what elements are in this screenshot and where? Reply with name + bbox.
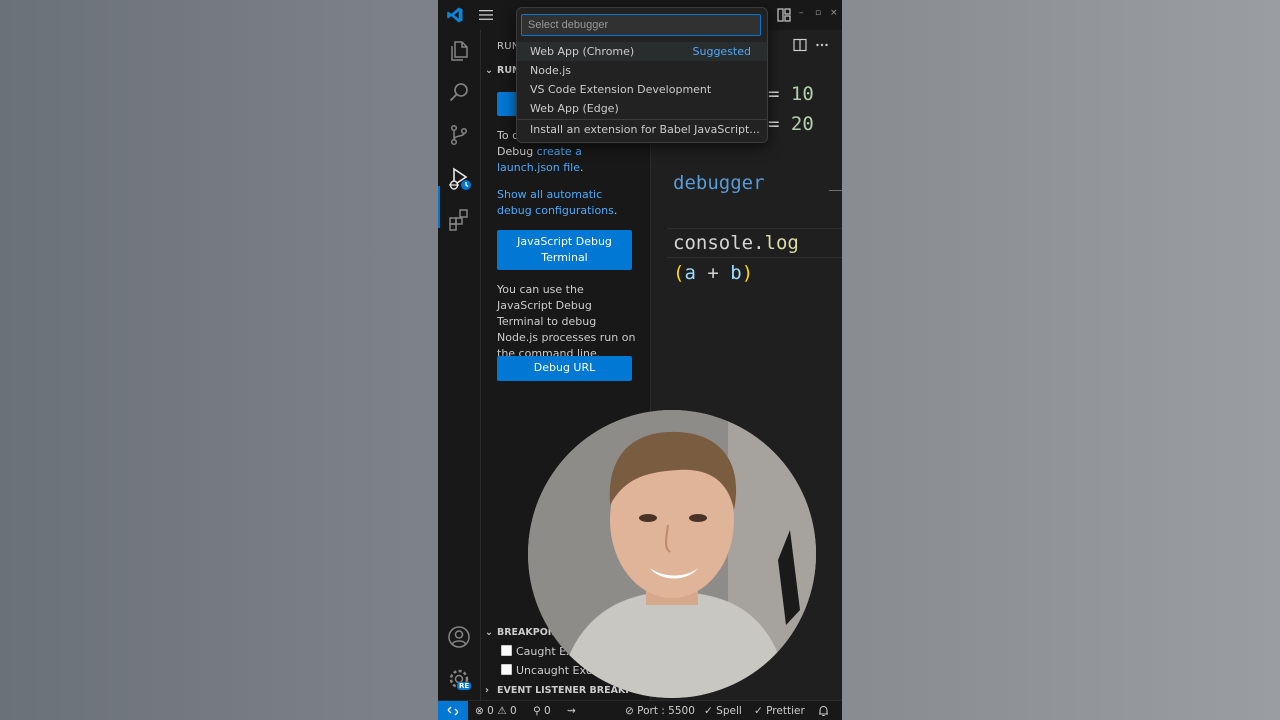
quick-pick-item[interactable]: Web App (Edge) xyxy=(517,99,767,118)
code-line-2: = 20 xyxy=(768,113,814,135)
code-console-args: (a + b) xyxy=(673,262,754,284)
chevron-right-icon: › xyxy=(485,685,489,696)
spell-indicator[interactable]: ✓ Spell xyxy=(704,705,742,717)
overview-ruler-mark xyxy=(829,190,842,191)
port-icon: ⊘ xyxy=(625,705,634,717)
quick-pick-item[interactable]: Node.js xyxy=(517,61,767,80)
vscode-logo-icon xyxy=(447,7,463,23)
prettier-indicator[interactable]: ✓ Prettier xyxy=(754,705,805,717)
show-all-configs-link[interactable]: Show all automatic debug configurations xyxy=(497,188,614,217)
debug-url-button[interactable]: Debug URL xyxy=(497,356,632,381)
warning-icon: ⚠ xyxy=(497,705,507,717)
caught-exceptions-checkbox[interactable] xyxy=(501,645,512,656)
more-icon[interactable] xyxy=(815,38,829,52)
js-debug-terminal-button[interactable]: JavaScript Debug Terminal xyxy=(497,230,632,270)
quick-pick-item[interactable]: Install an extension for Babel JavaScrip… xyxy=(517,120,767,139)
ports-indicator[interactable]: ⚲ 0 xyxy=(533,705,551,717)
select-debugger-quick-pick: Web App (Chrome) Suggested Node.js VS Co… xyxy=(516,7,768,143)
ports-icon: ⚲ xyxy=(533,705,541,717)
chevron-down-icon: ⌄ xyxy=(485,627,493,638)
terminal-description: You can use the JavaScript Debug Termina… xyxy=(497,283,636,360)
quick-pick-item[interactable]: Web App (Chrome) Suggested xyxy=(517,42,767,61)
run-debug-icon[interactable] xyxy=(446,165,474,193)
debugger-search-input[interactable] xyxy=(521,14,761,36)
error-icon: ⊗ xyxy=(475,705,484,717)
webcam-overlay xyxy=(528,410,816,698)
menu-icon[interactable] xyxy=(478,7,494,23)
code-line-1: = 10 xyxy=(768,83,814,105)
status-bar: ⊗ 0 ⚠ 0 ⚲ 0 ⇝ ⊘ Port : 5500 ✓ Spell ✓ Pr… xyxy=(438,700,842,720)
activity-bar: RE xyxy=(438,30,481,700)
code-console-log: console.log xyxy=(673,232,799,254)
broadcast-icon[interactable]: ⇝ xyxy=(567,705,576,717)
quick-pick-item[interactable]: VS Code Extension Development xyxy=(517,80,767,99)
account-icon[interactable] xyxy=(447,625,471,649)
minimize-button[interactable]: – xyxy=(799,8,804,18)
show-all-configs-text: Show all automatic debug configurations. xyxy=(497,188,618,217)
restore-button[interactable]: ▫ xyxy=(815,8,821,18)
close-button[interactable]: × xyxy=(830,8,838,18)
split-editor-icon[interactable] xyxy=(793,38,807,52)
check-icon: ✓ xyxy=(754,705,763,717)
active-indicator xyxy=(438,186,440,228)
uncaught-exceptions-checkbox[interactable] xyxy=(501,664,512,675)
suggested-label: Suggested xyxy=(692,45,751,58)
account-badge: RE xyxy=(457,682,472,690)
section-run[interactable]: ⌄ RUN xyxy=(485,65,520,76)
chevron-down-icon: ⌄ xyxy=(485,65,493,76)
explorer-icon[interactable] xyxy=(447,39,471,63)
layout-icon[interactable] xyxy=(777,8,791,22)
remote-button[interactable] xyxy=(438,701,468,720)
source-control-icon[interactable] xyxy=(447,123,471,147)
bell-icon[interactable] xyxy=(818,705,829,717)
presenter-image xyxy=(528,410,816,698)
check-icon: ✓ xyxy=(704,705,713,717)
code-debugger: debugger xyxy=(673,172,765,194)
search-icon[interactable] xyxy=(447,81,471,105)
remote-icon xyxy=(447,706,459,716)
extensions-icon[interactable] xyxy=(447,208,471,232)
port-indicator[interactable]: ⊘ Port : 5500 xyxy=(625,705,695,717)
problems-indicator[interactable]: ⊗ 0 ⚠ 0 xyxy=(475,705,517,717)
